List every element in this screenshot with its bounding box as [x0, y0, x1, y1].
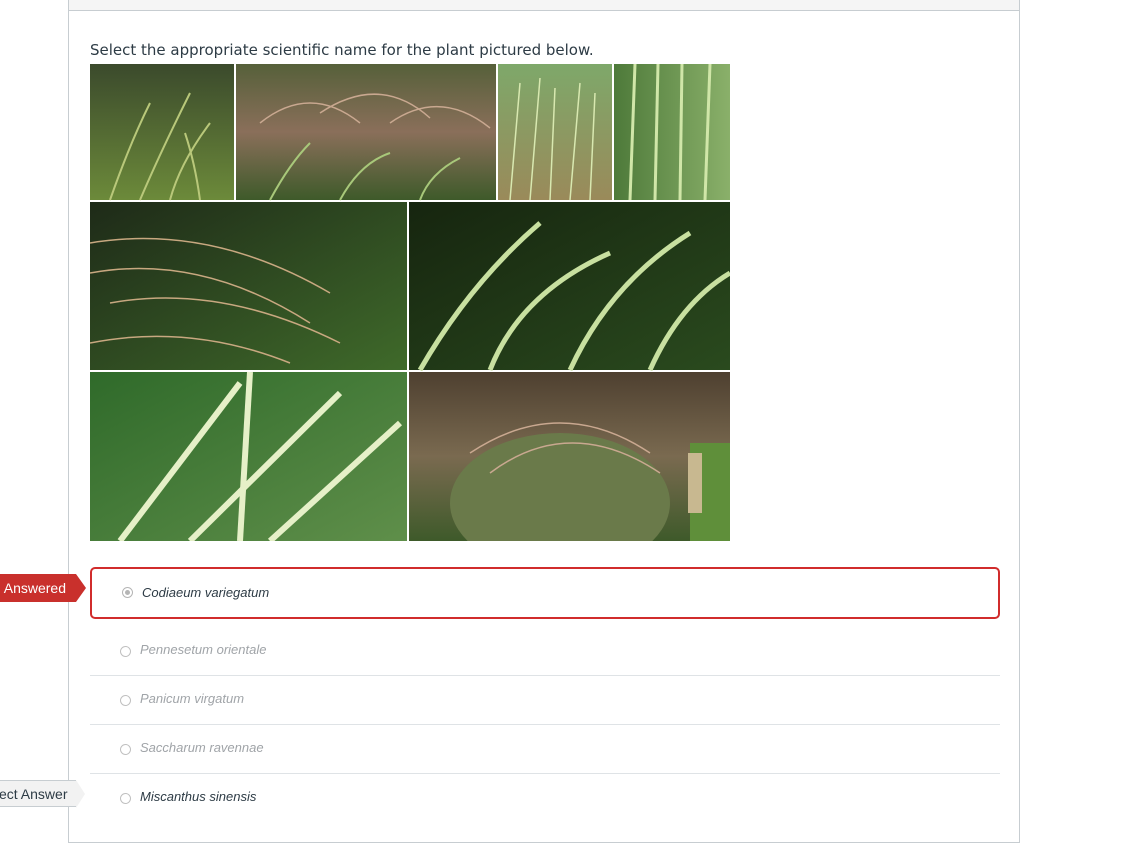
- radio-button[interactable]: [120, 744, 131, 755]
- answer-option-4[interactable]: Saccharum ravennae: [90, 725, 1000, 774]
- answer-label: Miscanthus sinensis: [140, 789, 257, 804]
- answer-label: Panicum virgatum: [140, 691, 245, 706]
- answer-option-5[interactable]: Miscanthus sinensis: [90, 774, 1000, 823]
- answer-option-1[interactable]: Codiaeum variegatum: [90, 567, 1000, 619]
- question-prompt: Select the appropriate scientific name f…: [90, 41, 594, 59]
- radio-button[interactable]: [120, 695, 131, 706]
- radio-button[interactable]: [120, 646, 131, 657]
- answer-option-2[interactable]: Pennesetum orientale: [90, 627, 1000, 676]
- radio-button[interactable]: [120, 793, 131, 804]
- plant-photo-collage: [89, 63, 732, 573]
- quiz-question-panel: Select the appropriate scientific name f…: [68, 0, 1020, 843]
- correct-answer-flag: ect Answer: [0, 780, 85, 808]
- panel-header: [69, 0, 1019, 11]
- radio-button-selected[interactable]: [122, 587, 133, 598]
- answer-label: Pennesetum orientale: [140, 642, 267, 657]
- plant-photo-collage-image: [89, 63, 732, 573]
- answer-option-3[interactable]: Panicum virgatum: [90, 676, 1000, 725]
- answer-label: Saccharum ravennae: [140, 740, 264, 755]
- answered-flag: Answered: [0, 574, 86, 602]
- answer-label: Codiaeum variegatum: [142, 585, 270, 600]
